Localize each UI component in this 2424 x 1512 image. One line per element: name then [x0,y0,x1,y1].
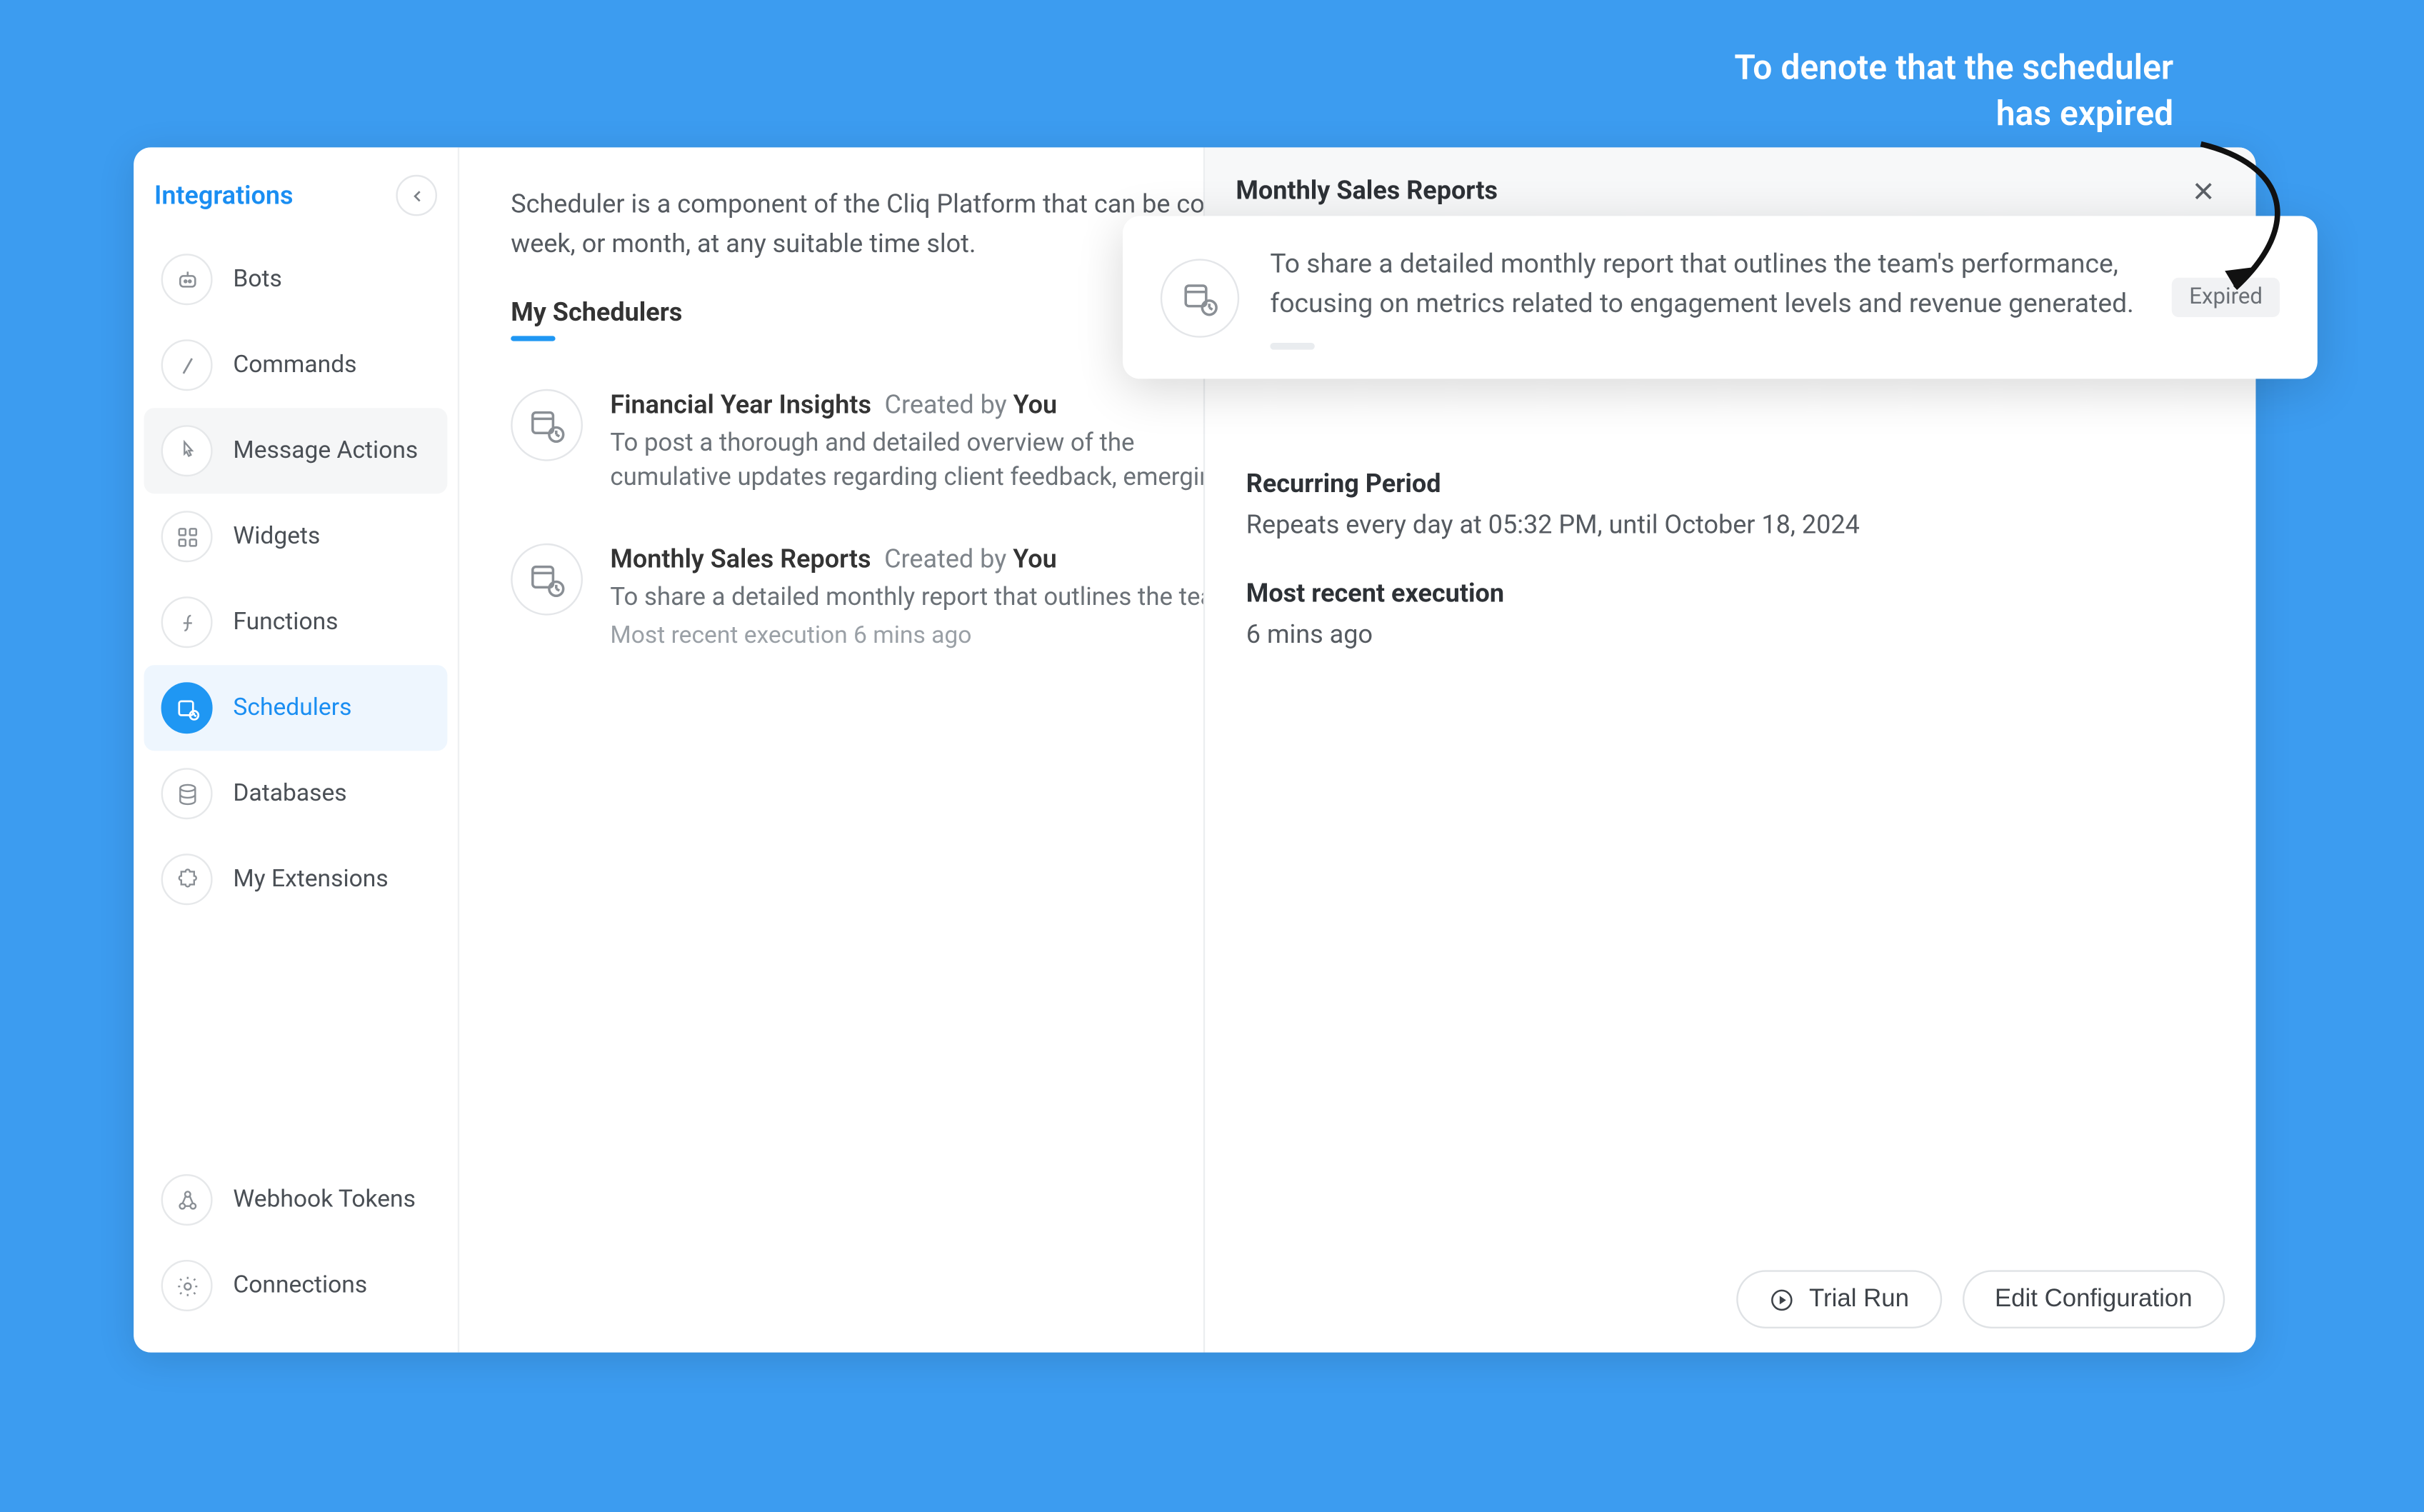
sidebar-item-my-extensions[interactable]: My Extensions [144,836,448,922]
sidebar-item-label: Databases [233,780,346,807]
sidebar-item-label: Webhook Tokens [233,1186,416,1213]
scheduler-icon [161,682,213,734]
sidebar-item-commands[interactable]: Commands [144,322,448,408]
database-icon [161,768,213,819]
sidebar-item-databases[interactable]: Databases [144,751,448,836]
chevron-left-icon [407,186,426,204]
puzzle-icon [161,853,213,905]
pointer-icon [161,425,213,476]
grid-icon [161,511,213,562]
scheduler-icon [511,389,583,461]
sidebar-item-bots[interactable]: Bots [144,236,448,322]
edit-configuration-button[interactable]: Edit Configuration [1962,1270,2225,1328]
sidebar-item-functions[interactable]: Functions [144,579,448,665]
recurring-label: Recurring Period [1246,468,2215,499]
sidebar-item-label: Connections [233,1272,367,1299]
sidebar-item-label: Functions [233,609,338,636]
detail-title: Monthly Sales Reports [1236,175,1498,206]
recurring-value: Repeats every day at 05:32 PM, until Oct… [1246,509,2215,540]
scheduler-description: To post a thorough and detailed overview… [610,426,1261,495]
sidebar-item-schedulers[interactable]: Schedulers [144,665,448,751]
sidebar-item-label: Widgets [233,523,320,550]
gear-icon [161,1260,213,1311]
close-panel-button[interactable] [2180,168,2225,212]
recent-exec-label: Most recent execution [1246,578,2215,609]
trial-run-button[interactable]: Trial Run [1737,1270,1941,1328]
nav-list: Bots Commands Message Actions Widgets [134,230,458,923]
sidebar-title: Integrations [154,180,294,211]
sidebar-item-label: Schedulers [233,694,351,721]
scheduler-summary-text: To share a detailed monthly report that … [1270,245,2141,349]
section-title: My Schedulers [511,296,682,326]
collapse-sidebar-button[interactable] [396,175,437,216]
close-icon [2188,176,2218,205]
scheduler-description: To share a detailed monthly report that … [610,581,1261,616]
status-badge-expired: Expired [2172,278,2280,317]
scheduler-icon [1161,258,1239,336]
sidebar-item-label: Commands [233,351,356,379]
sidebar-item-message-actions[interactable]: Message Actions [144,408,448,494]
sidebar-header: Integrations [134,161,458,230]
function-icon [161,596,213,648]
scheduler-icon [511,544,583,616]
sidebar: Integrations Bots Commands [134,147,459,1352]
sidebar-item-widgets[interactable]: Widgets [144,494,448,579]
sidebar-item-label: My Extensions [233,866,388,893]
bot-icon [161,254,213,305]
sidebar-item-webhook-tokens[interactable]: Webhook Tokens [144,1157,448,1243]
sidebar-item-label: Bots [233,266,281,293]
slash-icon [161,339,213,391]
sidebar-item-label: Message Actions [233,437,418,464]
play-icon [1770,1286,1796,1312]
scheduler-summary-card: To share a detailed monthly report that … [1123,216,2318,379]
recent-exec-value: 6 mins ago [1246,619,2215,649]
detail-body: Recurring Period Repeats every day at 05… [1205,235,2255,1246]
webhook-icon [161,1174,213,1226]
sidebar-item-connections[interactable]: Connections [144,1243,448,1328]
annotation-label: To denote that the scheduler has expired [1676,44,2173,137]
detail-footer: Trial Run Edit Configuration [1205,1246,2255,1353]
sidebar-bottom: Webhook Tokens Connections [134,1157,458,1338]
